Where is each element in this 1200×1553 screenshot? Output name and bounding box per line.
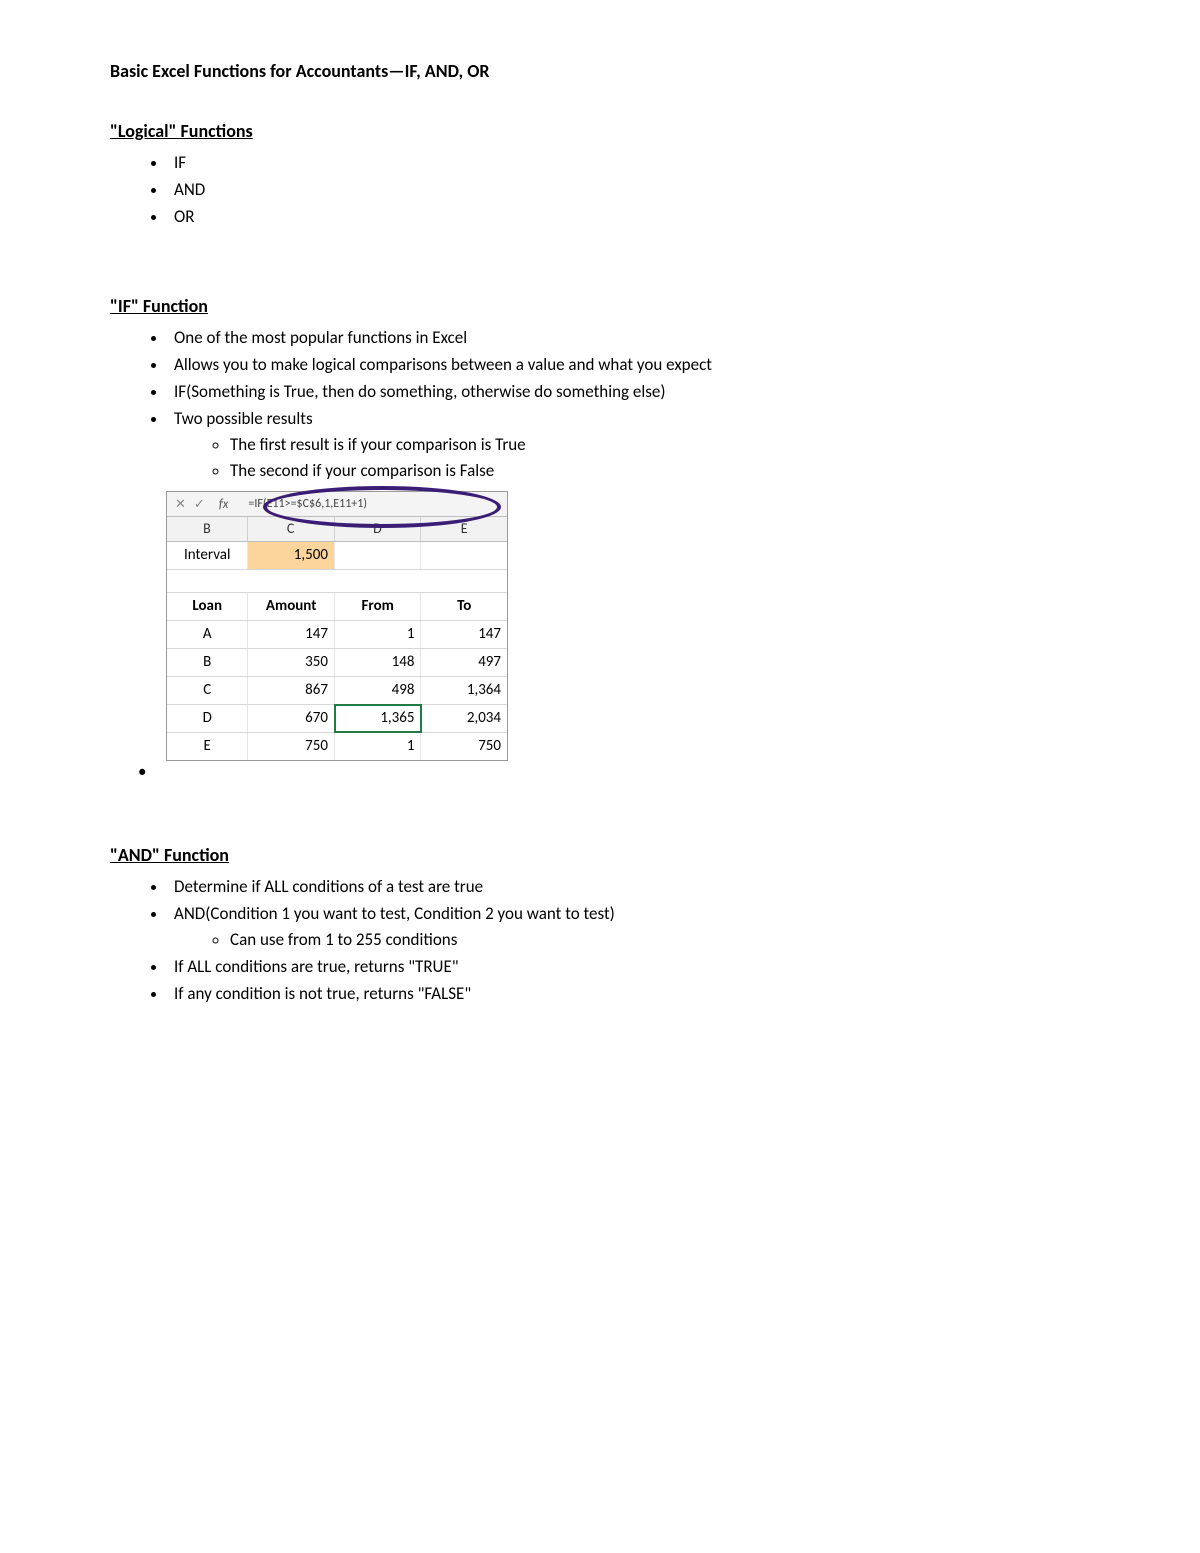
list-logical-functions: IF AND OR	[110, 152, 1090, 227]
cell: 148	[335, 649, 422, 676]
cell-interval-label: Interval	[167, 542, 248, 569]
cell-selected: 1,365	[335, 705, 422, 732]
col-header-e: E	[421, 517, 507, 541]
list-and-function: Determine if ALL conditions of a test ar…	[110, 876, 1090, 1004]
table-header-amount: Amount	[248, 593, 335, 620]
table-header-loan: Loan	[167, 593, 248, 620]
cell: 497	[421, 649, 507, 676]
document-title: Basic Excel Functions for Accountants—IF…	[110, 60, 1090, 82]
heading-and-function: "AND" Function	[110, 844, 1090, 866]
list-item: The first result is if your comparison i…	[230, 434, 1090, 455]
column-headers: B C D E	[167, 517, 507, 542]
col-header-d: D	[335, 517, 422, 541]
list-item: If any condition is not true, returns "F…	[168, 983, 1090, 1004]
cell-empty	[421, 542, 507, 569]
table-header-to: To	[421, 593, 507, 620]
list-item: Allows you to make logical comparisons b…	[168, 354, 1090, 375]
table-row: D 670 1,365 2,034	[167, 705, 507, 733]
list-item: OR	[168, 206, 1090, 227]
cell: A	[167, 621, 248, 648]
list-item: Two possible results The first result is…	[168, 408, 1090, 481]
heading-if-function: "IF" Function	[110, 295, 1090, 317]
cell: 1,364	[421, 677, 507, 704]
sublist-if-results: The first result is if your comparison i…	[174, 434, 1090, 481]
stray-bullet: •	[138, 761, 1090, 782]
spreadsheet-body: Interval 1,500 Loan Amount From To A 147…	[167, 542, 507, 760]
list-item: AND(Condition 1 you want to test, Condit…	[168, 903, 1090, 950]
cell: 1	[335, 733, 422, 760]
list-item: IF(Something is True, then do something,…	[168, 381, 1090, 402]
fx-icon: fx	[213, 497, 229, 512]
cell: E	[167, 733, 248, 760]
cell: C	[167, 677, 248, 704]
cell: 350	[248, 649, 335, 676]
cancel-icon: ✕	[175, 497, 186, 512]
cell-interval-value: 1,500	[248, 542, 335, 569]
table-row: A 147 1 147	[167, 621, 507, 649]
list-item-text: AND(Condition 1 you want to test, Condit…	[174, 903, 615, 924]
table-header-from: From	[335, 593, 422, 620]
formula-text: =IF(E11>=$C$6,1,E11+1)	[236, 497, 367, 511]
col-header-c: C	[248, 517, 335, 541]
list-item: Can use from 1 to 255 conditions	[230, 929, 1090, 950]
list-item: If ALL conditions are true, returns "TRU…	[168, 956, 1090, 977]
cell: 670	[248, 705, 335, 732]
col-header-b: B	[167, 517, 248, 541]
list-if-function: One of the most popular functions in Exc…	[110, 327, 1090, 481]
cell: 750	[248, 733, 335, 760]
enter-icon: ✓	[194, 497, 205, 512]
cell: D	[167, 705, 248, 732]
cell: 147	[421, 621, 507, 648]
list-item: AND	[168, 179, 1090, 200]
table-row: C 867 498 1,364	[167, 677, 507, 705]
cell-empty	[335, 542, 422, 569]
cell: 2,034	[421, 705, 507, 732]
table-row: E 750 1 750	[167, 733, 507, 760]
document-page: Basic Excel Functions for Accountants—IF…	[0, 0, 1200, 1070]
cell: 1	[335, 621, 422, 648]
list-item-text: Two possible results	[174, 408, 313, 429]
list-item: One of the most popular functions in Exc…	[168, 327, 1090, 348]
cell: 498	[335, 677, 422, 704]
list-item: IF	[168, 152, 1090, 173]
sublist-and-conditions: Can use from 1 to 255 conditions	[174, 929, 1090, 950]
excel-screenshot: ✕ ✓ fx =IF(E11>=$C$6,1,E11+1) B C D E In…	[166, 491, 508, 761]
cell: 867	[248, 677, 335, 704]
cell: 147	[248, 621, 335, 648]
cell: B	[167, 649, 248, 676]
list-item: Determine if ALL conditions of a test ar…	[168, 876, 1090, 897]
heading-logical-functions: "Logical" Functions	[110, 120, 1090, 142]
list-item: The second if your comparison is False	[230, 460, 1090, 481]
formula-bar: ✕ ✓ fx =IF(E11>=$C$6,1,E11+1)	[167, 492, 507, 517]
cell: 750	[421, 733, 507, 760]
table-row: B 350 148 497	[167, 649, 507, 677]
